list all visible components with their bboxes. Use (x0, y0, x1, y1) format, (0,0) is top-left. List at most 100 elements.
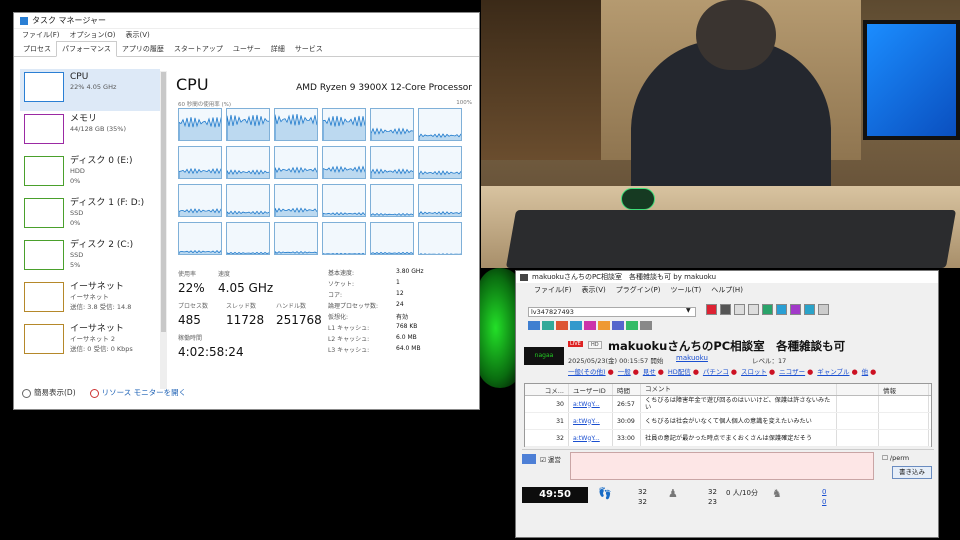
menu-options[interactable]: オプション(O) (70, 30, 116, 40)
tag-link[interactable]: 一般 (618, 366, 639, 376)
owner-link[interactable]: makuoku (676, 354, 708, 362)
sidebar-item[interactable]: CPU 22% 4.05 GHz (20, 69, 160, 111)
resource-thumbnail (24, 198, 64, 228)
comment-textbox[interactable] (570, 452, 874, 480)
col-user-id[interactable]: ユーザーID (569, 384, 613, 395)
tab-processes[interactable]: プロセス (18, 42, 56, 56)
sidebar-item[interactable]: イーサネット イーサネット 2 送信: 0 受信: 0 Kbps (20, 321, 160, 363)
tab-app-history[interactable]: アプリの履歴 (117, 42, 169, 56)
sidebar-item-detail: 22% 4.05 GHz (70, 83, 117, 91)
viewer-status-bar: 49:50 👣 32 32 ♟ 32 23 0 人/10分 ♞ 0 0 (522, 485, 934, 509)
col-time[interactable]: 時間 (613, 384, 641, 395)
write-button[interactable]: 書き込み (892, 466, 932, 479)
tab-users[interactable]: ユーザー (228, 42, 266, 56)
menu-file[interactable]: ファイル(F) (22, 30, 60, 40)
tab-performance[interactable]: パフォーマンス (56, 41, 117, 57)
service-icon[interactable] (612, 321, 624, 330)
core-usage-area (227, 210, 269, 216)
tool-icon-blue[interactable] (776, 304, 787, 315)
sidebar-item[interactable]: イーサネット イーサネット 送信: 3.8 受信: 14.8 (20, 279, 160, 321)
sidebar-item[interactable]: ディスク 0 (E:) HDD 0% (20, 153, 160, 195)
blank-icon-2[interactable] (748, 304, 759, 315)
spec-value: 768 KB (396, 323, 418, 330)
comment-row[interactable]: 31 a:tWgY... 30:09 くちびるは社会がいなくて個人個人の意識を変えたい… (525, 413, 931, 430)
col-blank[interactable] (837, 384, 879, 395)
brief-view-link[interactable]: 簡易表示(D) (22, 387, 76, 398)
col-info[interactable]: 情報 (879, 384, 929, 395)
core-graph (226, 222, 270, 255)
resource-monitor-link[interactable]: リソース モニターを開く (89, 387, 186, 398)
service-icon[interactable] (556, 321, 568, 330)
comment-number: 32 (525, 430, 569, 446)
tool-icon-cyan[interactable] (804, 304, 815, 315)
chevron-up-icon (22, 388, 31, 398)
service-icon[interactable] (598, 321, 610, 330)
spec-label: 論理プロセッサ数: (328, 303, 379, 310)
resource-thumbnail (24, 282, 64, 312)
tag-link[interactable]: HD配信 (668, 366, 699, 376)
service-icon[interactable] (584, 321, 596, 330)
comment-user-id[interactable]: a:tWgY... (569, 430, 613, 446)
stop-icon[interactable] (720, 304, 731, 315)
spec-value: 64.0 MB (396, 345, 421, 352)
tag-link[interactable]: パチンコ (703, 366, 737, 376)
service-icon[interactable] (570, 321, 582, 330)
tab-services[interactable]: サービス (290, 42, 328, 56)
spec-label: 仮想化: (328, 314, 349, 321)
sidebar-item[interactable]: ディスク 1 (F: D:) SSD 0% (20, 195, 160, 237)
sidebar-item[interactable]: ディスク 2 (C:) SSD 5% (20, 237, 160, 279)
comment-text: くちびるは社会がいなくて個人個人の意識を変えたいみたい (641, 413, 837, 429)
settings-icon[interactable] (818, 304, 829, 315)
tag-link[interactable]: 見せ (643, 366, 664, 376)
point-link-2[interactable]: 0 (822, 498, 826, 506)
tag-link[interactable]: 一般(その他) (568, 366, 614, 376)
viewer-menu-file[interactable]: ファイル(F) (534, 285, 572, 295)
blank-icon[interactable] (734, 304, 745, 315)
sidebar-item[interactable]: メモリ 44/128 GB (35%) (20, 111, 160, 153)
sidebar-scrollbar[interactable] (160, 71, 167, 389)
viewer-menu-view[interactable]: 表示(V) (582, 285, 606, 295)
tag-link[interactable]: ギャンブル (817, 366, 857, 376)
tool-icon-purple[interactable] (790, 304, 801, 315)
tag-link[interactable]: 他 (862, 366, 877, 376)
hd-badge: HD (588, 341, 602, 349)
title-bar: タスク マネージャー (14, 13, 479, 29)
tool-icon-green[interactable] (762, 304, 773, 315)
menu-view[interactable]: 表示(V) (125, 30, 149, 40)
tag-link[interactable]: スロット (741, 366, 775, 376)
point-link-1[interactable]: 0 (822, 488, 826, 496)
service-icon[interactable] (626, 321, 638, 330)
core-graph (322, 146, 366, 179)
comment-user-id[interactable]: a:tWgY... (569, 396, 613, 412)
service-icon[interactable] (542, 321, 554, 330)
core-graph (370, 108, 414, 141)
core-graph (178, 108, 222, 141)
mail-icon[interactable] (522, 454, 536, 464)
tag-link[interactable]: ニコザー (779, 366, 813, 376)
service-icon[interactable] (640, 321, 652, 330)
comment-row[interactable]: 32 a:tWgY... 33:00 社員の意記が最かった時点でまくおくさんは保護確定… (525, 430, 931, 447)
comment-row[interactable]: 30 a:tWgY... 26:57 くちびるは障害年金で遊び回るのはいいけど、保護は… (525, 396, 931, 413)
core-graph (322, 184, 366, 217)
viewer-menu-tools[interactable]: ツール(T) (670, 285, 701, 295)
comment-blank (837, 413, 879, 429)
viewer-menu-plugin[interactable]: プラグイン(P) (616, 285, 661, 295)
core-usage-area (323, 212, 365, 216)
col-number[interactable]: コメ... (525, 384, 569, 395)
chevron-down-icon[interactable]: ▼ (686, 307, 694, 317)
viewer-menu-help[interactable]: ヘルプ(H) (711, 285, 743, 295)
live-id-field[interactable]: lv347827493 (528, 307, 696, 317)
comment-user-id[interactable]: a:tWgY... (569, 413, 613, 429)
record-icon[interactable] (706, 304, 717, 315)
sidebar-item-label: ディスク 1 (F: D:) (70, 198, 145, 208)
comment-input-area: ☑ 運営 ☐ /perm 書き込み (522, 449, 934, 487)
service-icon[interactable] (528, 321, 540, 330)
admin-checkbox[interactable]: ☑ 運営 (540, 454, 561, 464)
tab-details[interactable]: 詳細 (266, 42, 290, 56)
core-usage-area (323, 165, 365, 178)
tab-startup[interactable]: スタートアップ (169, 42, 228, 56)
col-comment[interactable]: コメント (641, 384, 837, 395)
core-graph-svg (323, 115, 365, 140)
viewer-title-bar: makuokuさんちのPC相談室 各種雑談も可 by makuoku (516, 271, 938, 283)
perm-checkbox[interactable]: ☐ /perm (882, 454, 909, 462)
